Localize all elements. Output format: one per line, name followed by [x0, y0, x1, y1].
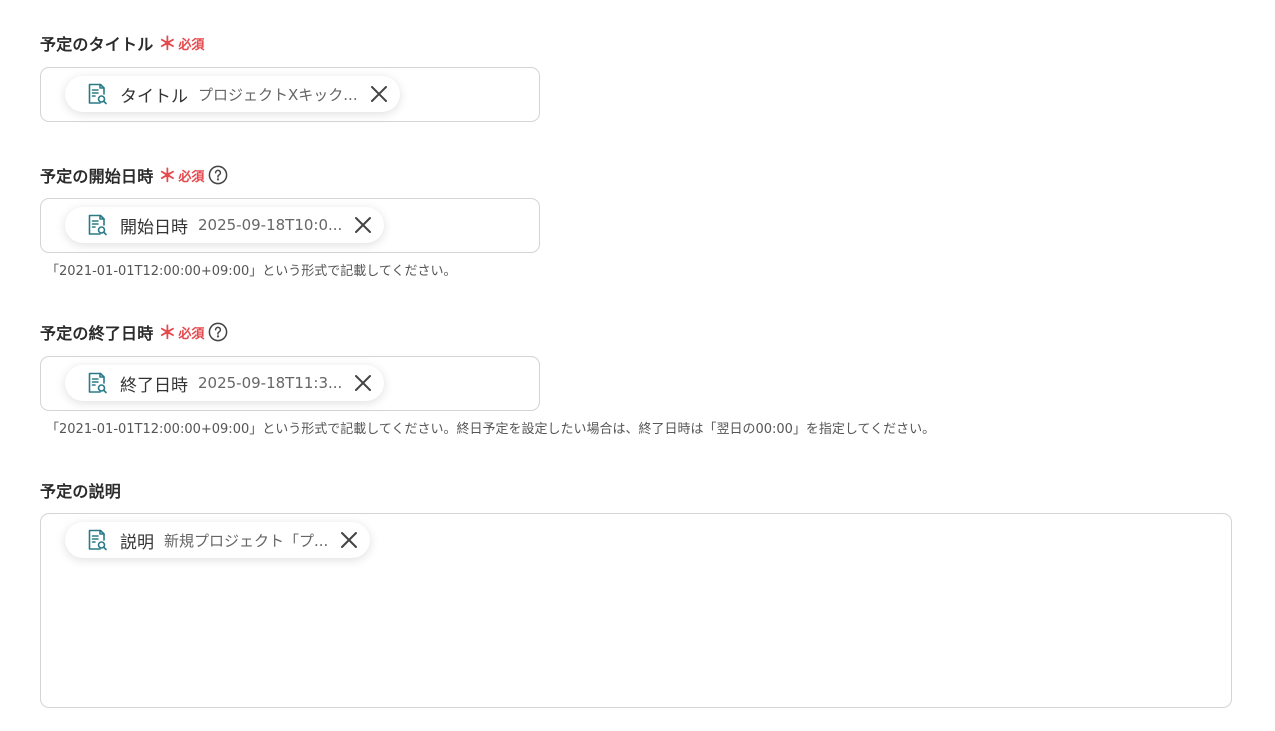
title-label-row: 予定のタイトル ＊ 必須: [40, 32, 204, 54]
required-badge: 必須: [178, 169, 205, 185]
title-label: 予定のタイトル: [40, 35, 154, 54]
document-search-icon: [85, 528, 109, 552]
start-label: 予定の開始日時: [40, 167, 154, 186]
description-label-row: 予定の説明: [40, 479, 121, 501]
required-asterisk: ＊: [158, 166, 177, 187]
question-circle-icon[interactable]: [208, 165, 228, 185]
end-token[interactable]: 終了日時 2025-09-18T11:3...: [65, 365, 385, 401]
required-badge: 必須: [178, 37, 205, 53]
token-value: 2025-09-18T10:0...: [198, 216, 343, 234]
start-hint: 「2021-01-01T12:00:00+09:00」という形式で記載してくださ…: [46, 264, 457, 279]
token-name: 開始日時: [120, 217, 188, 238]
description-label: 予定の説明: [40, 482, 122, 501]
start-label-row: 予定の開始日時 ＊ 必須: [40, 164, 228, 186]
required-asterisk: ＊: [158, 323, 177, 344]
required-asterisk: ＊: [158, 34, 177, 55]
close-icon[interactable]: [368, 83, 390, 105]
end-hint: 「2021-01-01T12:00:00+09:00」という形式で記載してくださ…: [46, 422, 936, 437]
start-datetime-input[interactable]: 開始日時 2025-09-18T10:0...: [40, 198, 540, 253]
description-token[interactable]: 説明 新規プロジェクト「プ...: [65, 522, 371, 558]
end-datetime-input[interactable]: 終了日時 2025-09-18T11:3...: [40, 356, 540, 411]
document-search-icon: [85, 213, 109, 237]
end-label-row: 予定の終了日時 ＊ 必須: [40, 321, 228, 343]
close-icon[interactable]: [352, 214, 374, 236]
token-value: プロジェクトXキック...: [198, 85, 358, 104]
close-icon[interactable]: [338, 529, 360, 551]
token-value: 新規プロジェクト「プ...: [164, 531, 329, 550]
question-circle-icon[interactable]: [208, 322, 228, 342]
title-token[interactable]: タイトル プロジェクトXキック...: [65, 76, 400, 112]
document-search-icon: [85, 371, 109, 395]
token-name: 説明: [120, 532, 154, 553]
start-token[interactable]: 開始日時 2025-09-18T10:0...: [65, 207, 385, 243]
token-value: 2025-09-18T11:3...: [198, 374, 343, 392]
title-input[interactable]: タイトル プロジェクトXキック...: [40, 67, 540, 122]
token-name: 終了日時: [120, 375, 188, 396]
required-badge: 必須: [178, 326, 205, 342]
token-name: タイトル: [120, 86, 188, 107]
description-textarea[interactable]: 説明 新規プロジェクト「プ...: [40, 513, 1232, 708]
close-icon[interactable]: [352, 372, 374, 394]
document-search-icon: [85, 82, 109, 106]
end-label: 予定の終了日時: [40, 324, 154, 343]
